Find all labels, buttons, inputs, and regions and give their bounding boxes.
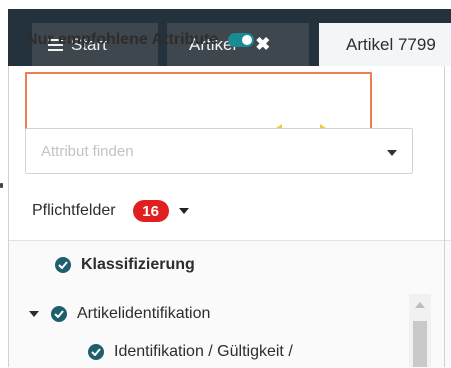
- toggle-switch-icon[interactable]: [228, 33, 255, 47]
- caret-down-icon[interactable]: [178, 208, 189, 214]
- check-circle-icon: [55, 257, 71, 273]
- recommended-toggle-row[interactable]: Nur empfohlene Attribute: [26, 31, 255, 49]
- recommended-toggle-label: Nur empfohlene Attribute: [26, 31, 219, 48]
- tree-item-klassifizierung[interactable]: Klassifizierung: [55, 256, 195, 274]
- tree-item-identifikation[interactable]: Identifikation / Gültigkeit /: [88, 343, 293, 361]
- tab-artikel-active[interactable]: Artikel 7799: [319, 23, 451, 66]
- tab-artikel-active-label: Artikel 7799: [346, 34, 436, 54]
- check-circle-icon: [51, 306, 67, 322]
- scroll-thumb[interactable]: [413, 321, 427, 367]
- attribute-search-placeholder: Attribut finden: [41, 143, 134, 160]
- panel-border-left: [8, 66, 9, 367]
- required-fields-label: Pflichtfelder: [32, 202, 116, 219]
- required-count-badge: 16: [132, 200, 169, 222]
- close-icon[interactable]: ✖: [255, 34, 270, 55]
- required-fields-filter[interactable]: Pflichtfelder 16: [32, 200, 189, 222]
- tree-item-label: Klassifizierung: [81, 256, 195, 273]
- tree-item-label: Identifikation / Gültigkeit /: [114, 343, 293, 360]
- caret-down-icon[interactable]: [29, 311, 39, 317]
- panel-border-right: [444, 66, 445, 367]
- tree-item-artikelidentifikation[interactable]: Artikelidentifikation: [29, 305, 210, 323]
- tree-scrollbar[interactable]: [409, 294, 431, 367]
- tree-item-label: Artikelidentifikation: [77, 305, 211, 322]
- caret-down-icon[interactable]: [387, 150, 397, 156]
- check-circle-icon: [88, 344, 104, 360]
- scroll-up-icon[interactable]: [415, 302, 425, 308]
- resize-handle-mark: [0, 183, 3, 188]
- attribute-search-select[interactable]: Attribut finden: [25, 128, 413, 174]
